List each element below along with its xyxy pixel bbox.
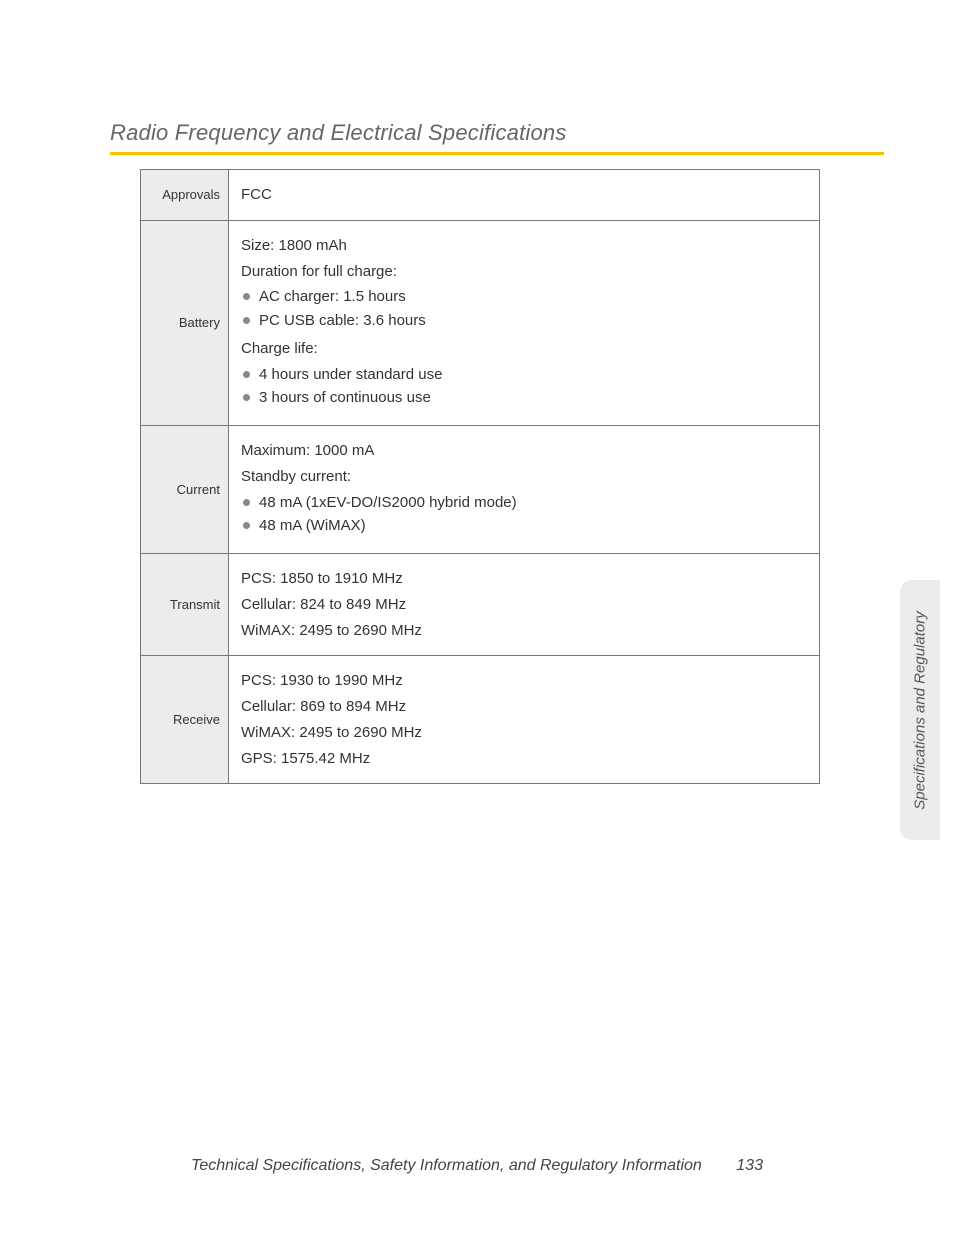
table-row: Transmit PCS: 1850 to 1910 MHz Cellular:… [141,554,820,656]
row-value-approvals: FCC [229,170,820,221]
table-row: Current Maximum: 1000 mA Standby current… [141,426,820,554]
text: GPS: 1575.42 MHz [241,748,807,770]
page-number: 133 [736,1157,763,1174]
list-item: 3 hours of continuous use [241,387,807,409]
text: Size: 1800 mAh [241,235,807,257]
text: PCS: 1850 to 1910 MHz [241,568,807,590]
row-value-receive: PCS: 1930 to 1990 MHz Cellular: 869 to 8… [229,656,820,784]
text: Duration for full charge: [241,261,807,283]
text: Maximum: 1000 mA [241,440,807,462]
table-row: Approvals FCC [141,170,820,221]
bullet-list: AC charger: 1.5 hours PC USB cable: 3.6 … [241,286,807,332]
table-row: Receive PCS: 1930 to 1990 MHz Cellular: … [141,656,820,784]
list-item: PC USB cable: 3.6 hours [241,310,807,332]
row-label-current: Current [141,426,229,554]
text: WiMAX: 2495 to 2690 MHz [241,620,807,642]
section-rule [110,152,884,155]
table-row: Battery Size: 1800 mAh Duration for full… [141,220,820,425]
text: PCS: 1930 to 1990 MHz [241,670,807,692]
list-item: AC charger: 1.5 hours [241,286,807,308]
row-label-receive: Receive [141,656,229,784]
text: FCC [241,184,807,206]
list-item: 4 hours under standard use [241,364,807,386]
list-item: 48 mA (1xEV-DO/IS2000 hybrid mode) [241,492,807,514]
text: WiMAX: 2495 to 2690 MHz [241,722,807,744]
text: Cellular: 824 to 849 MHz [241,594,807,616]
spec-table: Approvals FCC Battery Size: 1800 mAh Dur… [140,169,820,784]
text: Charge life: [241,338,807,360]
row-value-current: Maximum: 1000 mA Standby current: 48 mA … [229,426,820,554]
row-value-battery: Size: 1800 mAh Duration for full charge:… [229,220,820,425]
section-title: Radio Frequency and Electrical Specifica… [110,120,884,146]
text: Cellular: 869 to 894 MHz [241,696,807,718]
side-tab-label: Specifications and Regulatory [912,611,929,809]
row-value-transmit: PCS: 1850 to 1910 MHz Cellular: 824 to 8… [229,554,820,656]
page-footer: Technical Specifications, Safety Informa… [0,1157,954,1175]
bullet-list: 48 mA (1xEV-DO/IS2000 hybrid mode) 48 mA… [241,492,807,538]
text: Standby current: [241,466,807,488]
row-label-transmit: Transmit [141,554,229,656]
bullet-list: 4 hours under standard use 3 hours of co… [241,364,807,410]
side-tab: Specifications and Regulatory [900,580,940,840]
row-label-approvals: Approvals [141,170,229,221]
list-item: 48 mA (WiMAX) [241,515,807,537]
footer-text: Technical Specifications, Safety Informa… [191,1157,702,1174]
row-label-battery: Battery [141,220,229,425]
